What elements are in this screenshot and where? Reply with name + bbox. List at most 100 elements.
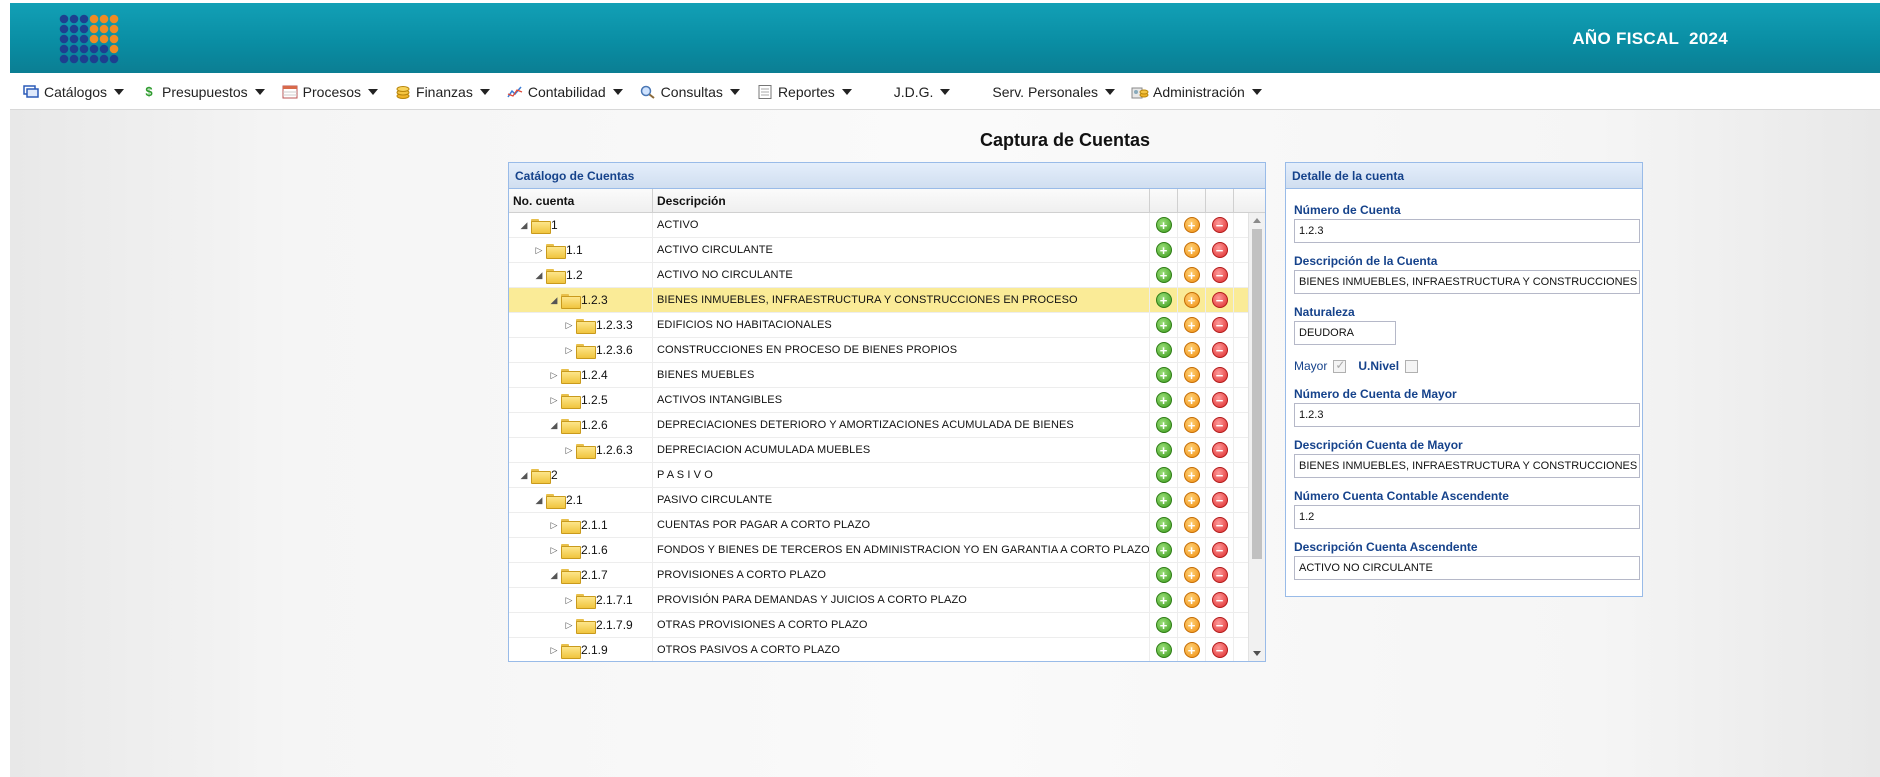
delete-icon[interactable]: − — [1211, 417, 1228, 433]
table-row[interactable]: ◢ 1.2.6 DEPRECIACIONES DETERIORO Y AMORTIZ… — [509, 413, 1265, 438]
delete-icon[interactable]: − — [1211, 317, 1228, 333]
menu-contabilidad[interactable]: Contabilidad — [506, 84, 623, 100]
add-icon[interactable]: + — [1155, 567, 1172, 583]
account-number-cell[interactable]: ◢ 2 — [509, 463, 653, 487]
account-number-cell[interactable]: ◢ 1.2.6 — [509, 413, 653, 437]
collapse-triangle-icon[interactable]: ◢ — [547, 413, 561, 437]
account-number-cell[interactable]: ◢ 2.1.7 — [509, 563, 653, 587]
add-icon[interactable]: + — [1155, 317, 1172, 333]
edit-icon[interactable]: + — [1183, 317, 1200, 333]
menu-consultas[interactable]: Consultas — [639, 84, 740, 100]
expand-triangle-icon[interactable]: ▷ — [562, 438, 576, 462]
table-row[interactable]: ▷ 1.2.3.6 CONSTRUCCIONES EN PROCESO DE BIE… — [509, 338, 1265, 363]
edit-icon[interactable]: + — [1183, 217, 1200, 233]
account-number-cell[interactable]: ▷ 1.2.3.3 — [509, 313, 653, 337]
descripcion-ascendente-field[interactable]: ACTIVO NO CIRCULANTE — [1294, 556, 1640, 580]
collapse-triangle-icon[interactable]: ◢ — [547, 563, 561, 587]
menu-finanzas[interactable]: Finanzas — [394, 84, 490, 100]
account-number-cell[interactable]: ◢ 2.1 — [509, 488, 653, 512]
collapse-triangle-icon[interactable]: ◢ — [532, 263, 546, 287]
table-row[interactable]: ◢ 1 ACTIVO + + − — [509, 213, 1265, 238]
table-row[interactable]: ▷ 2.1.7.1 PROVISIÓN PARA DEMANDAS Y JUICIO… — [509, 588, 1265, 613]
add-icon[interactable]: + — [1155, 392, 1172, 408]
table-row[interactable]: ▷ 1.2.5 ACTIVOS INTANGIBLES + + − — [509, 388, 1265, 413]
edit-icon[interactable]: + — [1183, 417, 1200, 433]
menu-administracion[interactable]: Administración — [1131, 84, 1262, 100]
table-row[interactable]: ◢ 1.2 ACTIVO NO CIRCULANTE + + − — [509, 263, 1265, 288]
app-logo-icon[interactable] — [56, 13, 122, 67]
delete-icon[interactable]: − — [1211, 292, 1228, 308]
account-number-cell[interactable]: ▷ 1.2.4 — [509, 363, 653, 387]
scroll-up-arrow-icon[interactable] — [1253, 218, 1261, 223]
table-row[interactable]: ▷ 1.2.3.3 EDIFICIOS NO HABITACIONALES + + − — [509, 313, 1265, 338]
numero-cuenta-field[interactable]: 1.2.3 — [1294, 219, 1640, 243]
table-row[interactable]: ▷ 2.1.6 FONDOS Y BIENES DE TERCEROS EN ADM… — [509, 538, 1265, 563]
table-row[interactable]: ◢ 2.1 PASIVO CIRCULANTE + + − — [509, 488, 1265, 513]
expand-triangle-icon[interactable]: ▷ — [562, 313, 576, 337]
delete-icon[interactable]: − — [1211, 442, 1228, 458]
account-number-cell[interactable]: ◢ 1 — [509, 213, 653, 237]
edit-icon[interactable]: + — [1183, 442, 1200, 458]
delete-icon[interactable]: − — [1211, 592, 1228, 608]
mayor-checkbox[interactable] — [1333, 358, 1347, 373]
delete-icon[interactable]: − — [1211, 617, 1228, 633]
account-number-cell[interactable]: ▷ 2.1.9 — [509, 638, 653, 661]
account-number-cell[interactable]: ▷ 2.1.7.9 — [509, 613, 653, 637]
delete-icon[interactable]: − — [1211, 367, 1228, 383]
column-header-description[interactable]: Descripción — [653, 189, 1150, 212]
add-icon[interactable]: + — [1155, 642, 1172, 658]
expand-triangle-icon[interactable]: ▷ — [547, 638, 561, 661]
collapse-triangle-icon[interactable]: ◢ — [547, 288, 561, 312]
expand-triangle-icon[interactable]: ▷ — [532, 238, 546, 262]
menu-reportes[interactable]: Reportes — [756, 84, 852, 100]
table-row[interactable]: ◢ 2 P A S I V O + + − — [509, 463, 1265, 488]
add-icon[interactable]: + — [1155, 342, 1172, 358]
table-row[interactable]: ▷ 2.1.7.9 OTRAS PROVISIONES A CORTO PLAZO +… — [509, 613, 1265, 638]
table-row[interactable]: ▷ 1.2.4 BIENES MUEBLES + + − — [509, 363, 1265, 388]
edit-icon[interactable]: + — [1183, 367, 1200, 383]
table-row[interactable]: ▷ 1.2.6.3 DEPRECIACION ACUMULADA MUEBLES + +… — [509, 438, 1265, 463]
expand-triangle-icon[interactable]: ▷ — [547, 388, 561, 412]
expand-triangle-icon[interactable]: ▷ — [547, 363, 561, 387]
delete-icon[interactable]: − — [1211, 492, 1228, 508]
account-number-cell[interactable]: ▷ 1.2.5 — [509, 388, 653, 412]
edit-icon[interactable]: + — [1183, 567, 1200, 583]
scroll-down-arrow-icon[interactable] — [1253, 651, 1261, 656]
add-icon[interactable]: + — [1155, 417, 1172, 433]
account-number-cell[interactable]: ◢ 1.2 — [509, 263, 653, 287]
numero-mayor-field[interactable]: 1.2.3 — [1294, 403, 1640, 427]
expand-triangle-icon[interactable]: ▷ — [562, 338, 576, 362]
edit-icon[interactable]: + — [1183, 292, 1200, 308]
menu-jdg[interactable]: J.D.G. — [894, 84, 951, 100]
column-header-number[interactable]: No. cuenta — [509, 189, 653, 212]
add-icon[interactable]: + — [1155, 592, 1172, 608]
account-number-cell[interactable]: ▷ 2.1.1 — [509, 513, 653, 537]
table-row[interactable]: ◢ 2.1.7 PROVISIONES A CORTO PLAZO + + − — [509, 563, 1265, 588]
expand-triangle-icon[interactable]: ▷ — [547, 538, 561, 562]
numero-ascendente-field[interactable]: 1.2 — [1294, 505, 1640, 529]
add-icon[interactable]: + — [1155, 492, 1172, 508]
delete-icon[interactable]: − — [1211, 242, 1228, 258]
grid-scrollbar[interactable] — [1248, 213, 1265, 661]
collapse-triangle-icon[interactable]: ◢ — [517, 463, 531, 487]
account-number-cell[interactable]: ◢ 1.2.3 — [509, 288, 653, 312]
account-number-cell[interactable]: ▷ 2.1.6 — [509, 538, 653, 562]
add-icon[interactable]: + — [1155, 467, 1172, 483]
edit-icon[interactable]: + — [1183, 517, 1200, 533]
delete-icon[interactable]: − — [1211, 267, 1228, 283]
edit-icon[interactable]: + — [1183, 467, 1200, 483]
collapse-triangle-icon[interactable]: ◢ — [517, 213, 531, 237]
naturaleza-field[interactable]: DEUDORA — [1294, 321, 1396, 345]
delete-icon[interactable]: − — [1211, 217, 1228, 233]
descripcion-cuenta-field[interactable]: BIENES INMUEBLES, INFRAESTRUCTURA Y CONS… — [1294, 270, 1640, 294]
delete-icon[interactable]: − — [1211, 542, 1228, 558]
scroll-thumb[interactable] — [1252, 229, 1262, 559]
table-row[interactable]: ▷ 2.1.9 OTROS PASIVOS A CORTO PLAZO + + − — [509, 638, 1265, 661]
edit-icon[interactable]: + — [1183, 542, 1200, 558]
expand-triangle-icon[interactable]: ▷ — [547, 513, 561, 537]
delete-icon[interactable]: − — [1211, 567, 1228, 583]
menu-serv-personales[interactable]: Serv. Personales — [992, 84, 1115, 100]
delete-icon[interactable]: − — [1211, 642, 1228, 658]
menu-presupuestos[interactable]: $ Presupuestos — [140, 84, 265, 100]
descripcion-mayor-field[interactable]: BIENES INMUEBLES, INFRAESTRUCTURA Y CONS… — [1294, 454, 1640, 478]
